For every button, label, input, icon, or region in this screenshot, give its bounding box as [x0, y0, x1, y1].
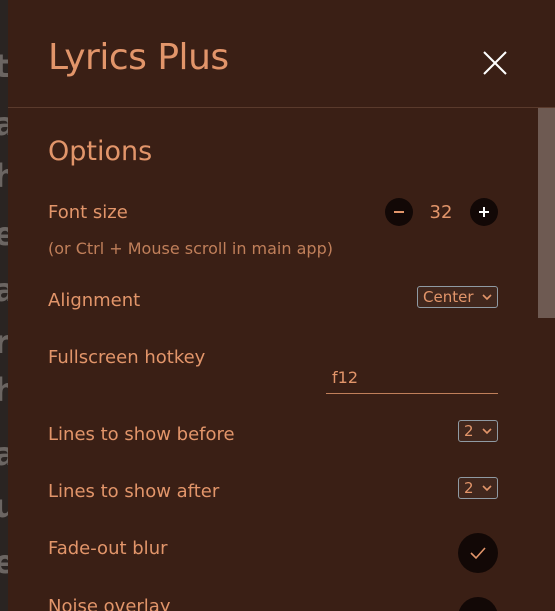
close-button[interactable]	[478, 46, 512, 80]
modal-header: Lyrics Plus	[8, 0, 555, 108]
font-size-hint: (or Ctrl + Mouse scroll in main app)	[48, 239, 333, 258]
font-size-label: Font size	[48, 202, 128, 223]
alignment-select[interactable]: Center	[417, 286, 498, 308]
lines-before-label: Lines to show before	[48, 424, 235, 445]
minus-icon	[394, 211, 404, 213]
lines-after-label: Lines to show after	[48, 481, 220, 502]
font-size-increase-button[interactable]	[470, 198, 498, 226]
close-icon	[483, 51, 507, 75]
chevron-down-icon	[482, 294, 492, 301]
lyrics-plus-settings-modal: Lyrics Plus Options Font size 32 (or Ctr…	[8, 0, 555, 611]
options-scrollbar[interactable]	[538, 108, 555, 611]
modal-title: Lyrics Plus	[48, 37, 229, 78]
alignment-selected-value: Center	[423, 288, 474, 306]
options-panel: Options Font size 32 (or Ctrl + Mouse sc…	[48, 108, 498, 611]
fade-out-blur-toggle[interactable]	[458, 533, 498, 573]
lines-before-select[interactable]: 2	[458, 420, 498, 442]
scrollbar-thumb[interactable]	[538, 108, 555, 318]
check-icon	[470, 547, 486, 560]
fullscreen-hotkey-label: Fullscreen hotkey	[48, 347, 206, 368]
font-size-decrease-button[interactable]	[385, 198, 413, 226]
chevron-down-icon	[482, 428, 492, 435]
font-size-value: 32	[429, 202, 453, 223]
chevron-down-icon	[482, 485, 492, 492]
noise-overlay-label: Noise overlay	[48, 596, 171, 611]
fullscreen-hotkey-input[interactable]	[326, 362, 498, 394]
plus-icon	[479, 207, 489, 217]
fade-out-blur-label: Fade-out blur	[48, 538, 168, 559]
lines-after-select[interactable]: 2	[458, 477, 498, 499]
alignment-label: Alignment	[48, 290, 141, 311]
lines-before-selected-value: 2	[464, 422, 474, 440]
lines-after-selected-value: 2	[464, 479, 474, 497]
options-heading: Options	[48, 136, 153, 167]
noise-overlay-toggle[interactable]	[458, 597, 498, 611]
